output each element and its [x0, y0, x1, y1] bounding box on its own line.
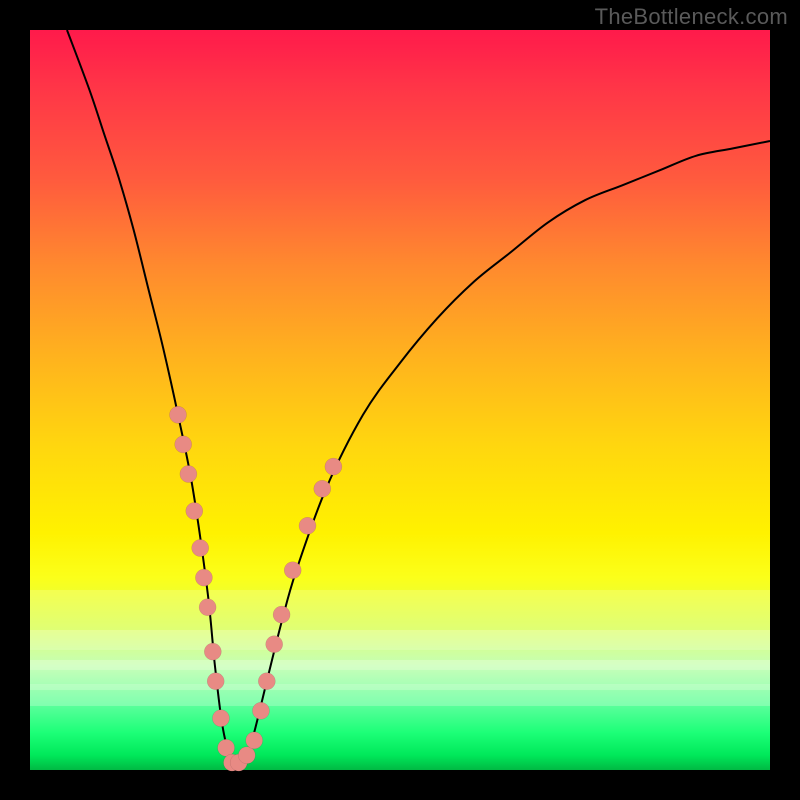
chart-frame: TheBottleneck.com — [0, 0, 800, 800]
data-point — [273, 606, 290, 623]
data-point — [314, 480, 331, 497]
data-point — [175, 436, 192, 453]
data-point — [204, 643, 221, 660]
data-point — [180, 466, 197, 483]
data-point — [299, 517, 316, 534]
watermark-text: TheBottleneck.com — [595, 4, 788, 30]
data-point — [284, 562, 301, 579]
data-point — [246, 732, 263, 749]
highlighted-points — [170, 406, 342, 771]
data-point — [195, 569, 212, 586]
data-point — [199, 599, 216, 616]
data-point — [170, 406, 187, 423]
data-point — [212, 710, 229, 727]
curve-layer — [30, 30, 770, 770]
data-point — [238, 747, 255, 764]
data-point — [266, 636, 283, 653]
data-point — [252, 702, 269, 719]
data-point — [192, 540, 209, 557]
data-point — [207, 673, 224, 690]
data-point — [325, 458, 342, 475]
data-point — [258, 673, 275, 690]
bottleneck-curve — [67, 30, 770, 763]
data-point — [218, 739, 235, 756]
plot-area — [30, 30, 770, 770]
data-point — [186, 503, 203, 520]
